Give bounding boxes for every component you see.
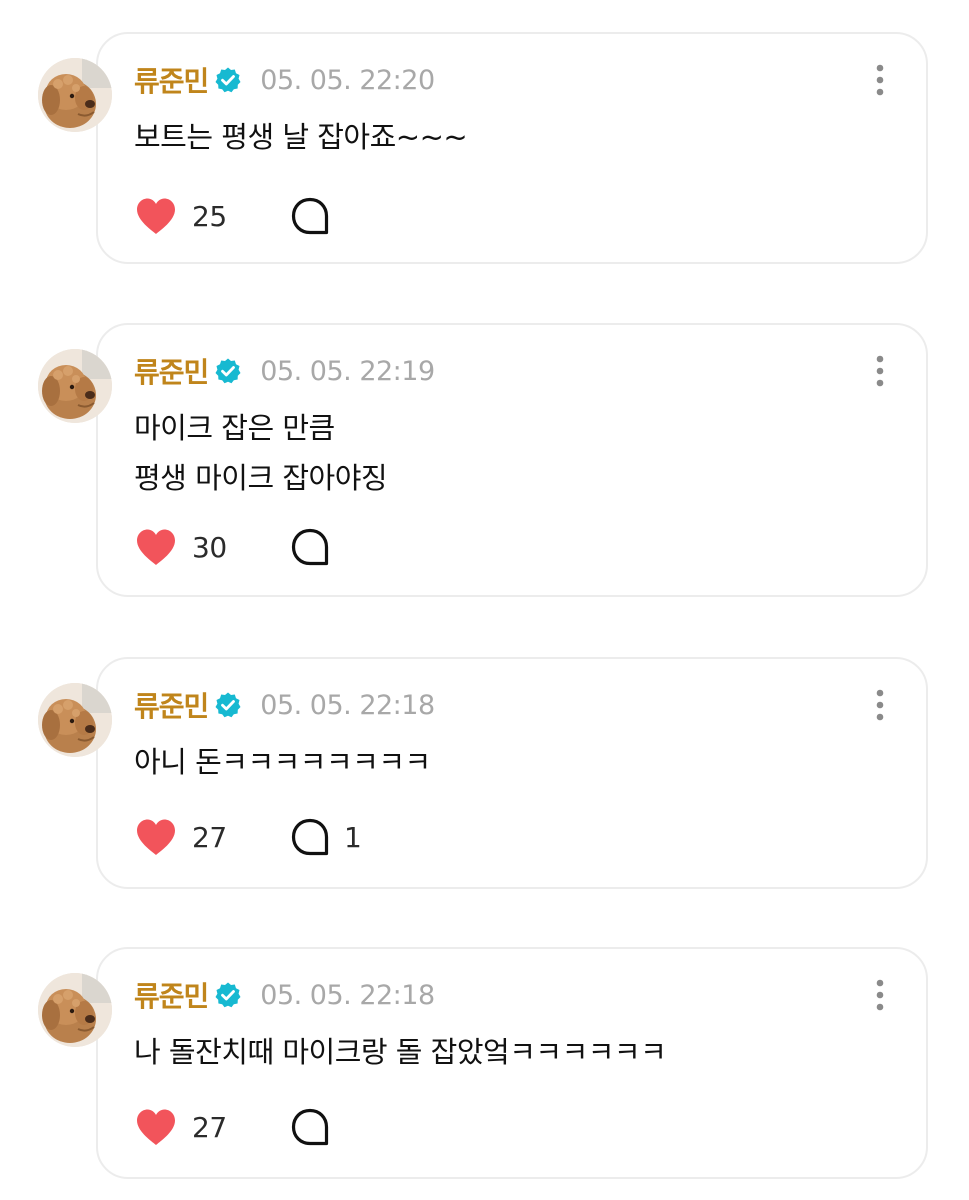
comment-text-line: 마이크 잡은 만큼	[134, 411, 335, 445]
author-name[interactable]: 류준민	[134, 60, 209, 100]
comment-text: 보트는 평생 날 잡아죠~~~	[134, 112, 468, 162]
heart-icon	[134, 196, 178, 236]
avatar[interactable]	[38, 973, 112, 1047]
comment-actions: 27 1	[134, 815, 362, 859]
author-name[interactable]: 류준민	[134, 685, 209, 725]
reply-button[interactable]	[290, 525, 344, 569]
verified-badge-icon	[214, 981, 242, 1009]
speech-bubble-icon	[290, 1107, 330, 1147]
comment-actions: 30	[134, 525, 329, 569]
reply-button[interactable]	[290, 1105, 344, 1149]
comment-card: 류준민 05. 05. 22:18 아니 돈ㅋㅋㅋㅋㅋㅋㅋㅋ 27 1	[96, 657, 928, 889]
comment-text: 마이크 잡은 만큼 평생 마이크 잡아야징	[134, 403, 388, 503]
avatar[interactable]	[38, 349, 112, 423]
verified-badge-icon	[214, 691, 242, 719]
comment-text-line: 보트는 평생 날 잡아죠~~~	[134, 120, 468, 154]
speech-bubble-icon	[290, 527, 330, 567]
like-button[interactable]: 27	[134, 1107, 227, 1147]
reply-button[interactable]	[290, 194, 344, 238]
verified-badge-icon	[214, 66, 242, 94]
heart-icon	[134, 1107, 178, 1147]
comment-timestamp: 05. 05. 22:19	[260, 355, 435, 387]
comment-timestamp: 05. 05. 22:18	[260, 979, 435, 1011]
like-count: 30	[192, 530, 227, 564]
comment-header: 류준민 05. 05. 22:19	[134, 349, 435, 393]
comment-text-line: 나 돌잔치때 마이크랑 돌 잡았엌ㅋㅋㅋㅋㅋㅋ	[134, 1035, 667, 1069]
more-vertical-icon[interactable]	[870, 353, 890, 389]
comment-header: 류준민 05. 05. 22:18	[134, 973, 435, 1017]
like-button[interactable]: 25	[134, 196, 227, 236]
comment-header: 류준민 05. 05. 22:20	[134, 58, 435, 102]
comment-card: 류준민 05. 05. 22:20 보트는 평생 날 잡아죠~~~ 25	[96, 32, 928, 264]
author-name[interactable]: 류준민	[134, 975, 209, 1015]
like-count: 27	[192, 820, 227, 854]
like-button[interactable]: 27	[134, 817, 227, 857]
verified-badge-icon	[214, 357, 242, 385]
avatar[interactable]	[38, 58, 112, 132]
comment-actions: 25	[134, 194, 329, 238]
like-count: 25	[192, 199, 227, 233]
reply-button[interactable]: 1	[290, 815, 362, 859]
more-vertical-icon[interactable]	[870, 62, 890, 98]
like-count: 27	[192, 1110, 227, 1144]
author-name[interactable]: 류준민	[134, 351, 209, 391]
comment-text-line: 평생 마이크 잡아야징	[134, 461, 388, 495]
heart-icon	[134, 527, 178, 567]
speech-bubble-icon	[290, 196, 330, 236]
heart-icon	[134, 817, 178, 857]
comment-timestamp: 05. 05. 22:20	[260, 64, 435, 96]
comment-card: 류준민 05. 05. 22:19 마이크 잡은 만큼 평생 마이크 잡아야징 …	[96, 323, 928, 597]
more-vertical-icon[interactable]	[870, 687, 890, 723]
like-button[interactable]: 30	[134, 527, 227, 567]
comment-text: 나 돌잔치때 마이크랑 돌 잡았엌ㅋㅋㅋㅋㅋㅋ	[134, 1027, 667, 1077]
avatar[interactable]	[38, 683, 112, 757]
comment-text: 아니 돈ㅋㅋㅋㅋㅋㅋㅋㅋ	[134, 737, 431, 787]
comment-actions: 27	[134, 1105, 329, 1149]
speech-bubble-icon	[290, 817, 330, 857]
more-vertical-icon[interactable]	[870, 977, 890, 1013]
comment-timestamp: 05. 05. 22:18	[260, 689, 435, 721]
comment-text-line: 아니 돈ㅋㅋㅋㅋㅋㅋㅋㅋ	[134, 745, 431, 779]
comment-header: 류준민 05. 05. 22:18	[134, 683, 435, 727]
reply-count: 1	[344, 820, 362, 854]
comment-card: 류준민 05. 05. 22:18 나 돌잔치때 마이크랑 돌 잡았엌ㅋㅋㅋㅋㅋ…	[96, 947, 928, 1179]
